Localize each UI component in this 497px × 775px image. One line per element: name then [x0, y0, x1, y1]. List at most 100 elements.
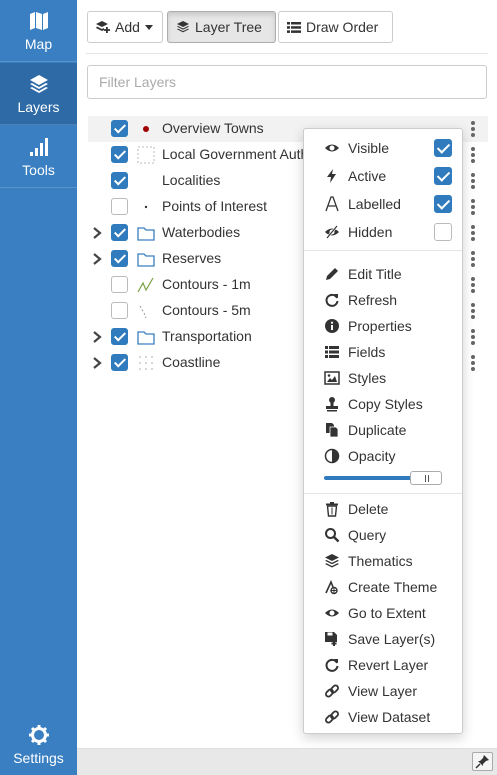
layers-icon — [325, 554, 339, 568]
theme-icon — [325, 579, 338, 595]
layer-name: Reserves — [162, 250, 222, 266]
menu-item-label: Visible — [348, 140, 389, 156]
nav-tools-label: Tools — [22, 162, 55, 178]
menu-item-active[interactable]: Active — [304, 163, 462, 189]
dotted-grid-icon — [139, 356, 153, 370]
menu-item-label: Refresh — [348, 292, 398, 308]
nav-settings-label: Settings — [13, 750, 64, 766]
opacity-slider[interactable] — [324, 471, 442, 485]
menu-item-label: Edit Title — [348, 266, 402, 282]
layer-name: Localities — [162, 172, 221, 188]
font-icon — [325, 196, 339, 212]
layer-visibility-checkbox[interactable] — [111, 354, 128, 371]
refresh-icon — [325, 293, 339, 307]
nav-map-label: Map — [24, 36, 53, 52]
stamp-icon — [326, 397, 338, 412]
folder-icon — [137, 253, 155, 267]
add-button[interactable]: Add — [87, 11, 163, 43]
menu-item-visible[interactable]: Visible — [304, 135, 462, 161]
chevron-right-icon[interactable] — [92, 253, 102, 265]
menu-item-opacity[interactable]: Opacity — [304, 443, 462, 469]
menu-item-label: Properties — [348, 318, 412, 334]
layer-visibility-checkbox[interactable] — [111, 250, 128, 267]
labelled-checkbox[interactable] — [434, 195, 452, 213]
layer-visibility-checkbox[interactable] — [111, 224, 128, 241]
pencil-icon — [326, 268, 338, 280]
tab-draw-order[interactable]: Draw Order — [278, 11, 393, 43]
chevron-right-icon[interactable] — [92, 331, 102, 343]
menu-item-view-layer[interactable]: View Layer — [304, 678, 462, 704]
menu-item-go-to-extent[interactable]: Go to Extent — [304, 600, 462, 626]
layer-name: Waterbodies — [162, 224, 241, 240]
menu-item-label: Delete — [348, 501, 389, 517]
layer-visibility-checkbox[interactable] — [111, 302, 128, 319]
add-layers-icon — [96, 21, 110, 33]
menu-item-view-dataset[interactable]: View Dataset — [304, 704, 462, 730]
menu-item-copy-styles[interactable]: Copy Styles — [304, 391, 462, 417]
layer-visibility-checkbox[interactable] — [111, 328, 128, 345]
hidden-checkbox[interactable] — [434, 223, 452, 241]
refresh-icon — [325, 658, 339, 672]
gear-icon — [28, 725, 49, 745]
layer-options-menu-icon[interactable] — [469, 146, 477, 166]
layer-visibility-checkbox[interactable] — [111, 120, 128, 137]
layer-visibility-checkbox[interactable] — [111, 198, 128, 215]
menu-item-delete[interactable]: Delete — [304, 496, 462, 522]
layer-options-menu-icon[interactable] — [469, 120, 477, 140]
layer-name: Contours - 5m — [162, 302, 251, 318]
layer-options-menu-icon[interactable] — [469, 354, 477, 374]
eye-slash-icon — [325, 225, 339, 239]
opacity-slider-handle[interactable] — [410, 471, 442, 485]
layer-visibility-checkbox[interactable] — [111, 276, 128, 293]
layer-options-menu-icon[interactable] — [469, 302, 477, 322]
nav-tools[interactable]: Tools — [0, 126, 77, 188]
nav-settings[interactable]: Settings — [0, 712, 77, 775]
layer-options-menu-icon[interactable] — [469, 172, 477, 192]
menu-item-styles[interactable]: Styles — [304, 365, 462, 391]
layer-name: Local Government Auth — [162, 146, 309, 162]
visible-checkbox[interactable] — [434, 139, 452, 157]
menu-item-labelled[interactable]: Labelled — [304, 191, 462, 217]
line-symbol-icon — [139, 305, 147, 319]
menu-item-fields[interactable]: Fields — [304, 339, 462, 365]
menu-item-duplicate[interactable]: Duplicate — [304, 417, 462, 443]
menu-item-query[interactable]: Query — [304, 522, 462, 548]
menu-item-hidden[interactable]: Hidden — [304, 219, 462, 245]
menu-item-label: Active — [348, 168, 387, 184]
menu-item-thematics[interactable]: Thematics — [304, 548, 462, 574]
layer-options-menu-icon[interactable] — [469, 250, 477, 270]
chevron-right-icon[interactable] — [92, 357, 102, 369]
nav-map[interactable]: Map — [0, 0, 77, 62]
eye-icon — [325, 144, 339, 152]
trash-icon — [326, 502, 338, 517]
menu-item-label: Create Theme — [348, 579, 438, 595]
active-checkbox[interactable] — [434, 167, 452, 185]
layer-options-menu-icon[interactable] — [469, 276, 477, 296]
layer-options-menu-icon[interactable] — [469, 328, 477, 348]
menu-item-properties[interactable]: Properties — [304, 313, 462, 339]
menu-item-revert-layer[interactable]: Revert Layer — [304, 652, 462, 678]
menu-item-save-layers[interactable]: Save Layer(s) — [304, 626, 462, 652]
layer-visibility-checkbox[interactable] — [111, 172, 128, 189]
chevron-right-icon[interactable] — [92, 227, 102, 239]
panel-footer — [77, 748, 497, 775]
layer-name: Overview Towns — [162, 120, 264, 136]
menu-item-refresh[interactable]: Refresh — [304, 287, 462, 313]
copy-icon — [326, 423, 339, 438]
tab-draw-order-label: Draw Order — [306, 19, 379, 35]
sidebar: Map Layers Tools Settings — [0, 0, 77, 775]
layers-icon — [177, 21, 189, 33]
nav-layers[interactable]: Layers — [0, 63, 77, 125]
menu-item-create-theme[interactable]: Create Theme — [304, 574, 462, 600]
layer-visibility-checkbox[interactable] — [111, 146, 128, 163]
eye-icon — [325, 609, 339, 617]
filter-layers-input[interactable] — [87, 65, 487, 99]
menu-item-edit-title[interactable]: Edit Title — [304, 261, 462, 287]
caret-down-icon — [144, 24, 153, 30]
pin-panel-button[interactable] — [472, 752, 493, 771]
tab-layer-tree[interactable]: Layer Tree — [167, 11, 276, 43]
menu-item-label: Go to Extent — [348, 605, 426, 621]
point-symbol-icon — [144, 205, 148, 209]
layer-options-menu-icon[interactable] — [469, 198, 477, 218]
layer-options-menu-icon[interactable] — [469, 224, 477, 244]
